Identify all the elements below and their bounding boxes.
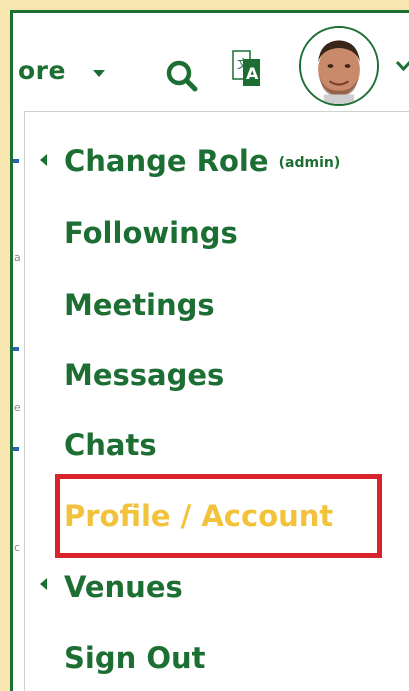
screen-frame: ore 文 A	[10, 10, 409, 691]
translate-icon[interactable]: 文 A	[232, 50, 262, 88]
menu-item-chats[interactable]: Chats	[64, 428, 157, 462]
chevron-down-icon[interactable]	[93, 70, 105, 77]
menu-item-venues[interactable]: Venues	[64, 570, 183, 604]
caret-down-icon[interactable]	[395, 59, 409, 73]
user-avatar[interactable]	[299, 26, 379, 106]
menu-item-followings[interactable]: Followings	[64, 216, 238, 250]
more-menu-label[interactable]: ore	[18, 57, 66, 85]
menu-item-change-role[interactable]: Change Role (admin)	[64, 144, 340, 180]
highlight-box	[55, 474, 382, 558]
submenu-arrow-icon	[40, 154, 47, 166]
search-icon[interactable]	[165, 59, 199, 93]
background-page-edge: a e c	[13, 111, 23, 691]
menu-item-sign-out[interactable]: Sign Out	[64, 641, 206, 675]
svg-text:A: A	[246, 64, 259, 83]
account-dropdown-menu: Change Role (admin) Followings Meetings …	[24, 111, 409, 691]
menu-item-label: Change Role	[64, 144, 269, 178]
top-navigation-bar: ore 文 A	[13, 13, 409, 111]
menu-item-meetings[interactable]: Meetings	[64, 288, 215, 322]
menu-item-messages[interactable]: Messages	[64, 358, 224, 392]
submenu-arrow-icon	[40, 578, 47, 590]
role-suffix: (admin)	[278, 155, 341, 171]
